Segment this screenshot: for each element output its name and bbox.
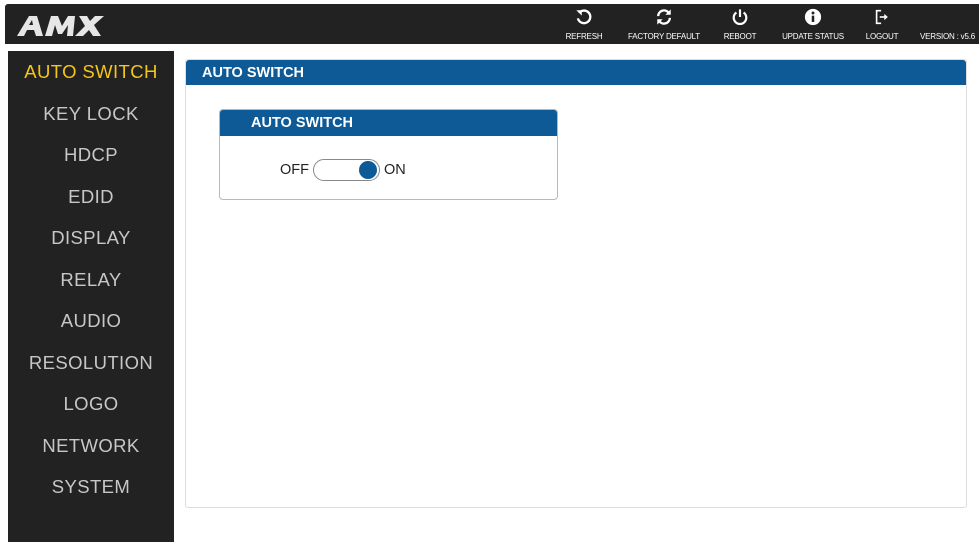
- toggle-off-label: OFF: [280, 162, 309, 178]
- page-title: AUTO SWITCH: [186, 60, 966, 85]
- sidebar-item-system[interactable]: SYSTEM: [8, 466, 174, 508]
- top-bar: REFRESH FACTORY DEFAULT REBOOT UPDATE ST…: [5, 4, 979, 44]
- refresh-label: REFRESH: [565, 32, 603, 41]
- amx-logo: [17, 16, 104, 36]
- sidebar: AUTO SWITCH KEY LOCK HDCP EDID DISPLAY R…: [8, 51, 174, 542]
- auto-switch-toggle-row: OFF ON: [280, 159, 406, 181]
- sidebar-item-edid[interactable]: EDID: [8, 176, 174, 218]
- update-status-label: UPDATE STATUS: [782, 32, 844, 41]
- factory-default-label: FACTORY DEFAULT: [628, 32, 700, 41]
- sidebar-item-auto-switch[interactable]: AUTO SWITCH: [8, 51, 174, 93]
- refresh-button[interactable]: REFRESH: [564, 8, 604, 44]
- sync-icon: [656, 9, 672, 25]
- auto-switch-card: AUTO SWITCH OFF ON: [219, 109, 558, 200]
- toggle-knob: [359, 161, 377, 179]
- sidebar-item-resolution[interactable]: RESOLUTION: [8, 342, 174, 384]
- logout-button[interactable]: LOGOUT: [862, 8, 902, 44]
- refresh-icon: [576, 9, 592, 25]
- auto-switch-toggle[interactable]: [313, 159, 380, 181]
- main-panel: AUTO SWITCH AUTO SWITCH OFF ON: [185, 59, 967, 508]
- info-icon: [804, 8, 822, 26]
- reboot-button[interactable]: REBOOT: [720, 8, 760, 44]
- sidebar-item-hdcp[interactable]: HDCP: [8, 134, 174, 176]
- logout-icon: [875, 9, 888, 25]
- sidebar-item-relay[interactable]: RELAY: [8, 259, 174, 301]
- toggle-on-label: ON: [384, 162, 406, 178]
- sidebar-item-logo[interactable]: LOGO: [8, 383, 174, 425]
- sidebar-item-network[interactable]: NETWORK: [8, 425, 174, 467]
- version-label: VERSION : v5.6: [920, 32, 975, 41]
- factory-default-button[interactable]: FACTORY DEFAULT: [624, 8, 704, 44]
- update-status-button[interactable]: UPDATE STATUS: [777, 8, 849, 44]
- sidebar-item-audio[interactable]: AUDIO: [8, 300, 174, 342]
- sidebar-item-display[interactable]: DISPLAY: [8, 217, 174, 259]
- power-icon: [732, 9, 748, 26]
- card-title: AUTO SWITCH: [220, 110, 557, 136]
- sidebar-item-key-lock[interactable]: KEY LOCK: [8, 93, 174, 135]
- logout-label: LOGOUT: [865, 32, 899, 41]
- reboot-label: REBOOT: [723, 32, 757, 41]
